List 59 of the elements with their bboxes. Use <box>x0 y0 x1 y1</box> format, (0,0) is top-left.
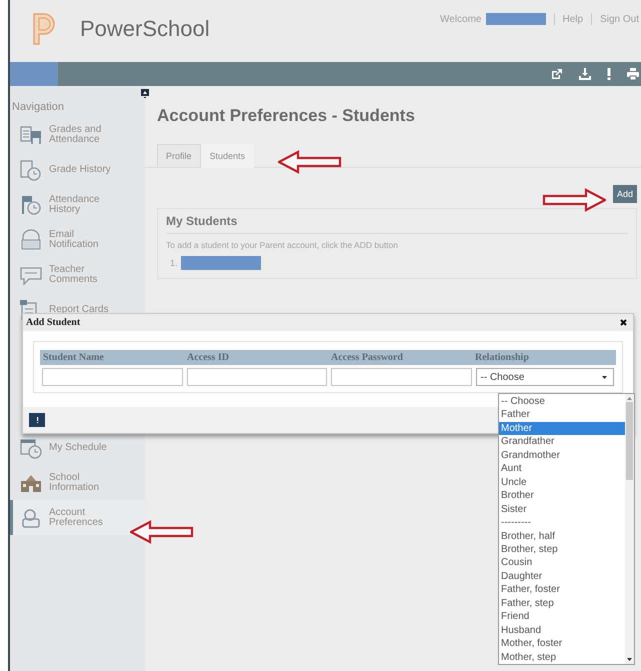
annotation-arrow <box>130 520 194 544</box>
download-icon[interactable] <box>579 68 591 80</box>
dropdown-option[interactable]: Father, step <box>499 596 625 610</box>
app-title: PowerSchool <box>80 16 210 42</box>
toolbar-block <box>10 62 58 86</box>
scroll-down-icon <box>627 658 632 661</box>
annotation-arrow <box>278 150 342 174</box>
dropdown-option[interactable]: Mother, step <box>499 650 625 664</box>
dropdown-option[interactable]: --------- <box>499 516 625 530</box>
dropdown-option[interactable]: Grandmother <box>499 448 625 462</box>
relationship-dropdown[interactable]: -- Choose <box>476 368 614 386</box>
input-field[interactable] <box>42 368 182 386</box>
dialog-title: Add Student <box>26 317 80 328</box>
scroll-up-icon <box>627 397 632 400</box>
input-field[interactable] <box>186 368 327 386</box>
redaction-bar <box>486 13 546 25</box>
dropdown-option[interactable]: Father <box>499 408 625 422</box>
dropdown-option[interactable]: Father, foster <box>499 583 625 597</box>
grades-icon <box>19 124 43 146</box>
column-header: Access ID <box>187 352 230 363</box>
input-field[interactable] <box>331 368 472 386</box>
page-title: Account Preferences - Students <box>157 106 416 126</box>
attendance-icon <box>19 194 43 216</box>
dropdown-option[interactable]: Husband <box>499 624 625 638</box>
dropdown-option[interactable]: Mother, foster <box>499 637 625 651</box>
annotation-arrow <box>542 188 606 212</box>
printer-icon[interactable] <box>627 68 639 80</box>
dropdown-option[interactable]: Sister <box>499 502 625 516</box>
help-button[interactable] <box>29 413 45 427</box>
dropdown-option[interactable]: Aunt <box>499 462 625 476</box>
scrollbar-thumb[interactable] <box>626 402 633 480</box>
add-button[interactable]: Add <box>612 185 637 203</box>
dropdown-option[interactable]: Grandfather <box>499 435 625 449</box>
external-link-icon[interactable] <box>551 68 563 80</box>
column-header: Access Password <box>331 352 404 363</box>
dropdown-option[interactable]: Uncle <box>499 476 625 490</box>
dropdown-option[interactable]: Daughter <box>499 570 625 584</box>
close-icon[interactable] <box>620 319 627 326</box>
alert-icon[interactable] <box>607 68 611 80</box>
sidebar-heading: Navigation <box>11 100 65 115</box>
dropdown-option[interactable]: Brother <box>499 489 625 503</box>
dropdown-option[interactable]: Mother <box>499 422 625 436</box>
panel-title: My Students <box>166 214 628 234</box>
dropdown-option[interactable]: Brother, half <box>499 530 625 543</box>
alert-icon <box>36 417 38 423</box>
dropdown-option[interactable]: Friend <box>499 610 625 624</box>
welcome-text: Welcome <box>440 14 482 24</box>
dropdown-option[interactable]: Brother, step <box>499 542 625 556</box>
caret-icon <box>602 376 607 378</box>
history-icon <box>19 158 43 180</box>
scrollbar[interactable] <box>625 394 634 664</box>
collapse-icon[interactable] <box>141 89 149 98</box>
list-number: 1. <box>170 258 178 268</box>
column-header: Student Name <box>43 352 105 363</box>
schedule-icon <box>19 436 43 458</box>
dropdown-option[interactable]: Cousin <box>499 556 625 570</box>
dropdown-option[interactable]: -- Choose <box>499 395 625 408</box>
column-header: Relationship <box>475 352 530 363</box>
instruction-text: To add a student to your Parent account, click the ADD button <box>166 239 399 252</box>
